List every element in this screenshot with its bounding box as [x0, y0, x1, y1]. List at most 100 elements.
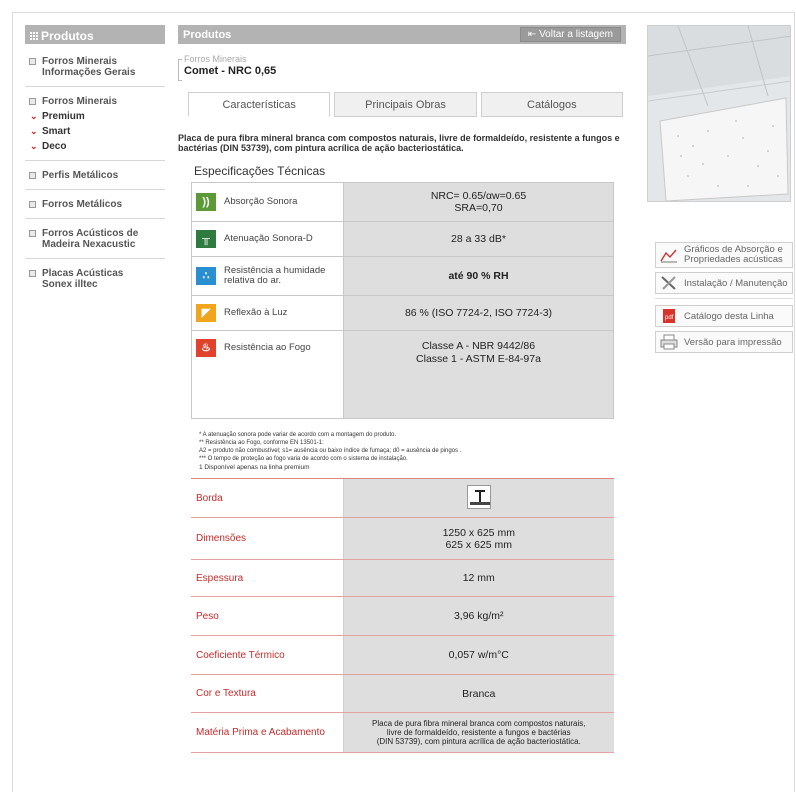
footnote: *** O tempo de proteção ao fogo varia de… — [199, 456, 408, 462]
spec-label: Reflexão à Luz — [224, 307, 288, 318]
catalog-link[interactable]: pdf Catálogo desta Linha — [655, 305, 793, 327]
chevron-down-icon: ⌄ — [30, 111, 38, 121]
spec-value: 86 % (ISO 7724-2, ISO 7724-3) — [404, 307, 553, 319]
tools-icon — [660, 275, 678, 291]
breadcrumb-category: Forros Minerais — [184, 54, 247, 64]
product-title: Comet - NRC 0,65 — [184, 65, 277, 77]
table-row: Coeficiente Térmico 0,057 w/m°C — [191, 635, 614, 675]
sidebar-item-forros-minerais-info[interactable]: Forros Minerais Informações Gerais — [25, 44, 165, 87]
bullet-icon — [29, 201, 36, 208]
product-description: Placa de pura fibra mineral branca com c… — [178, 133, 620, 153]
spec-value: até 90 % RH — [448, 270, 509, 282]
property-label: Coeficiente Térmico — [191, 635, 343, 675]
property-label: Borda — [191, 478, 343, 518]
link-label: Instalação / Manutenção — [684, 277, 788, 289]
property-label: Matéria Prima e Acabamento — [191, 712, 343, 753]
sidebar-subitem-smart[interactable]: ⌄ Smart — [25, 126, 165, 137]
bullet-icon — [29, 230, 36, 237]
sidebar: Produtos Forros Minerais Informações Ger… — [25, 25, 165, 298]
sidebar-item-forros-metalicos[interactable]: Forros Metálicos — [25, 190, 165, 219]
table-row: )) Absorção Sonora NRC= 0.65/αw=0.65 SRA=… — [191, 182, 614, 222]
spec-value: SRA=0,70 — [454, 202, 503, 214]
bullet-icon — [29, 98, 36, 105]
top-margin — [0, 0, 796, 12]
print-icon — [660, 334, 678, 350]
footnote: ** Resistência ao Fogo, conforme EN 1350… — [199, 440, 324, 446]
sidebar-item-forros-minerais[interactable]: Forros Minerais ⌄ Premium ⌄ Smart ⌄ Deco — [25, 87, 165, 161]
bracket-decoration — [178, 59, 182, 81]
sidebar-subitem-label: Deco — [42, 141, 67, 152]
property-value: Placa de pura fibra mineral branca com c… — [372, 719, 586, 728]
table-row: Espessura 12 mm — [191, 559, 614, 597]
chevron-down-icon: ⌄ — [30, 126, 38, 136]
tab-principais-obras[interactable]: Principais Obras — [334, 92, 477, 117]
sidebar-item-sonex[interactable]: Placas Acústicas Sonex illtec — [25, 259, 165, 298]
sidebar-subitem-label: Smart — [42, 126, 71, 137]
grid-icon — [30, 31, 38, 40]
chevron-down-icon: ⌄ — [30, 141, 38, 151]
right-column — [647, 25, 791, 202]
property-value: 12 mm — [342, 559, 614, 597]
back-to-list-button[interactable]: ⇤ Voltar a listagem — [519, 27, 621, 42]
footnote: * A atenuação sonora pode variar de acor… — [199, 432, 397, 438]
sidebar-item-label: Forros Minerais — [42, 96, 118, 107]
bullet-icon — [29, 58, 36, 65]
table-row: ♨ Resistência ao Fogo Classe A - NBR 944… — [191, 330, 614, 419]
property-label: Espessura — [191, 559, 343, 597]
table-row: Dimensões 1250 x 625 mm 625 x 625 mm — [191, 517, 614, 560]
table-row: ◤ Reflexão à Luz 86 % (ISO 7724-2, ISO 7… — [191, 295, 614, 331]
sidebar-item-nexacustic[interactable]: Forros Acústicos de Madeira Nexacustic — [25, 219, 165, 259]
spec-label: Atenuação Sonora-D — [224, 233, 313, 244]
back-icon: ⇤ — [527, 29, 540, 40]
sidebar-item-label: Forros Metálicos — [42, 199, 123, 210]
property-value: (DIN 53739), com pintura acrílica de açã… — [376, 737, 581, 746]
tab-catalogos[interactable]: Catálogos — [480, 92, 623, 117]
table-row: Peso 3,96 kg/m² — [191, 596, 614, 636]
spec-value: Classe 1 - ASTM E-84-97a — [416, 353, 541, 365]
property-label: Peso — [191, 596, 343, 636]
product-photo — [647, 25, 791, 202]
installation-link[interactable]: Instalação / Manutenção — [655, 272, 793, 294]
ceiling-image-icon — [648, 26, 790, 201]
footnotes: * A atenuação sonora pode variar de acor… — [199, 431, 626, 472]
table-row: ╥ Atenuação Sonora-D 28 a 33 dB* — [191, 221, 614, 257]
sidebar-item-label: Forros Acústicos de Madeira Nexacustic — [42, 228, 139, 250]
table-row: Borda — [191, 478, 614, 518]
sidebar-header-label: Produtos — [41, 28, 94, 43]
spec-value: NRC= 0.65/αw=0.65 — [430, 190, 527, 202]
absorption-graphs-link[interactable]: Gráficos de Absorção e Propriedades acús… — [655, 242, 793, 268]
pdf-icon: pdf — [660, 308, 678, 324]
tab-caracteristicas[interactable]: Características — [188, 92, 331, 117]
side-links: Gráficos de Absorção e Propriedades acús… — [655, 242, 793, 357]
spec-label: Absorção Sonora — [224, 196, 298, 207]
property-label: Dimensões — [191, 517, 343, 560]
sidebar-item-label: Forros Minerais Informações Gerais — [42, 56, 136, 78]
sound-absorption-icon: )) — [196, 193, 216, 211]
property-value: 3,96 kg/m² — [342, 596, 614, 636]
spec-label: Resistência a humidade relativa do ar. — [224, 265, 326, 286]
sidebar-item-label: Perfis Metálicos — [42, 170, 119, 181]
main-header-title: Produtos — [183, 28, 232, 41]
property-value: 625 x 625 mm — [445, 538, 513, 551]
footnote: A2 = produto não combustível; s1= ausênc… — [199, 448, 462, 454]
table-row: ∴ Resistência a humidade relativa do ar.… — [191, 256, 614, 296]
sidebar-header: Produtos — [25, 25, 165, 44]
footnote: 1 Disponível apenas na linha premium — [199, 464, 310, 471]
sidebar-item-label: Placas Acústicas Sonex illtec — [42, 268, 124, 290]
humidity-icon: ∴ — [196, 267, 216, 285]
bullet-icon — [29, 172, 36, 179]
sidebar-subitem-deco[interactable]: ⌄ Deco — [25, 141, 165, 152]
table-row: Matéria Prima e Acabamento Placa de pura… — [191, 712, 614, 753]
sidebar-subitem-label: Premium — [42, 111, 85, 122]
bullet-icon — [29, 270, 36, 277]
sidebar-subitem-premium[interactable]: ⌄ Premium — [25, 111, 165, 122]
link-label: Catálogo desta Linha — [684, 310, 774, 322]
link-label: Versão para impressão — [684, 336, 782, 348]
light-reflection-icon: ◤ — [196, 304, 216, 322]
sidebar-item-perfis-metalicos[interactable]: Perfis Metálicos — [25, 161, 165, 190]
tab-bar: Características Principais Obras Catálog… — [188, 92, 623, 117]
main-header: Produtos ⇤ Voltar a listagem — [178, 25, 626, 44]
print-version-link[interactable]: Versão para impressão — [655, 331, 793, 353]
property-value: Branca — [342, 674, 614, 713]
property-value: 1250 x 625 mm — [442, 526, 515, 539]
